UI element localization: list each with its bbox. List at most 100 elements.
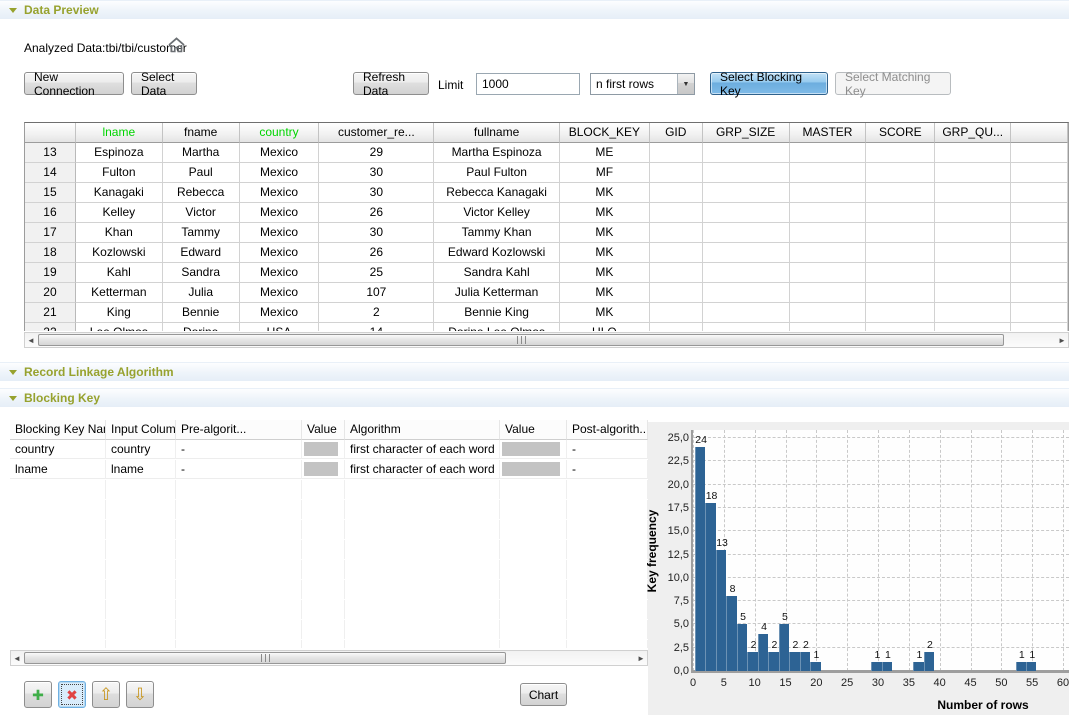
refresh-data-button[interactable]: Refresh Data <box>353 72 429 95</box>
cell-country: Mexico <box>240 183 320 203</box>
blocking-column-header[interactable]: Value <box>500 420 567 440</box>
bar-value-label: 1 <box>1029 649 1035 661</box>
cell-grp_qu <box>935 303 1011 323</box>
column-header-grp_size[interactable]: GRP_SIZE <box>703 123 790 143</box>
rows-mode-select[interactable]: n first rows ▼ <box>590 73 695 95</box>
gridline-vertical <box>847 430 848 671</box>
empty-cell <box>176 560 302 579</box>
cell-master <box>790 143 867 163</box>
section-header-data-preview[interactable]: Data Preview <box>0 0 1069 19</box>
move-up-button[interactable]: ⇧ <box>92 681 120 708</box>
cell-customer_re: 30 <box>319 163 434 183</box>
column-header-master[interactable]: MASTER <box>790 123 867 143</box>
empty-cell <box>345 600 500 619</box>
cell-lname: Kozlowski <box>76 243 163 263</box>
empty-cell <box>176 600 302 619</box>
home-icon[interactable] <box>167 36 186 54</box>
x-tick-label: 55 <box>1017 677 1047 689</box>
blocking-column-header[interactable]: Pre-algorit... <box>176 420 302 440</box>
data-table-hscroll-thumb[interactable] <box>38 334 1004 346</box>
blocking-column-header[interactable]: Blocking Key Name <box>10 420 106 440</box>
cell-master <box>790 303 867 323</box>
chart-button[interactable]: Chart <box>520 683 567 706</box>
column-header-customer_re[interactable]: customer_re... <box>319 123 434 143</box>
column-header-gid[interactable]: GID <box>650 123 703 143</box>
cell-gid <box>650 263 703 283</box>
cell-grp_qu <box>935 163 1011 183</box>
select-data-button[interactable]: Select Data <box>131 72 197 95</box>
blocking-column-header[interactable]: Input Column <box>106 420 176 440</box>
cell-grp_qu <box>935 283 1011 303</box>
table-row[interactable]: 22Lee OlmosDorineUSA14Dorine Lee OlmosUL… <box>25 323 1068 331</box>
scroll-right-icon[interactable]: ► <box>1056 333 1068 347</box>
table-row[interactable]: 21KingBennieMexico2Bennie KingMK <box>25 303 1068 323</box>
blocking-cell-input: lname <box>106 460 176 479</box>
data-table-hscrollbar[interactable]: ◄ ► <box>24 332 1069 348</box>
column-header-score[interactable]: SCORE <box>866 123 935 143</box>
new-connection-button[interactable]: New Connection <box>24 72 124 95</box>
section-header-record-linkage[interactable]: Record Linkage Algorithm <box>0 362 1069 381</box>
combo-dropdown-button[interactable]: ▼ <box>677 74 694 94</box>
cell-lname: Kanagaki <box>76 183 163 203</box>
column-header-lname[interactable]: lname <box>76 123 163 143</box>
cell-block_key: ME <box>560 143 650 163</box>
empty-cell <box>567 620 648 639</box>
table-row[interactable]: 13EspinozaMarthaMexico29Martha EspinozaM… <box>25 143 1068 163</box>
empty-cell <box>106 500 176 519</box>
section-title-data-preview: Data Preview <box>24 3 99 17</box>
blocking-column-header[interactable]: Post-algorith... <box>567 420 648 440</box>
section-title-blocking-key: Blocking Key <box>24 391 100 405</box>
blocking-column-header[interactable]: Algorithm <box>345 420 500 440</box>
key-frequency-chart: 2418138524252211112110510152025303540455… <box>648 422 1069 715</box>
empty-cell <box>176 620 302 639</box>
table-row[interactable]: 15KanagakiRebeccaMexico30Rebecca Kanagak… <box>25 183 1068 203</box>
column-header-block_key[interactable]: BLOCK_KEY <box>560 123 650 143</box>
empty-cell <box>10 600 106 619</box>
table-row[interactable]: 18KozlowskiEdwardMexico26Edward Kozlowsk… <box>25 243 1068 263</box>
scroll-left-icon[interactable]: ◄ <box>25 333 37 347</box>
column-header-fname[interactable]: fname <box>163 123 240 143</box>
empty-cell <box>176 520 302 539</box>
select-matching-key-button[interactable]: Select Matching Key <box>835 72 951 95</box>
empty-cell <box>345 540 500 559</box>
table-row[interactable]: 19KahlSandraMexico25Sandra KahlMK <box>25 263 1068 283</box>
scroll-left-icon[interactable]: ◄ <box>11 651 23 665</box>
column-header-grp_qu[interactable]: GRP_QU... <box>935 123 1011 143</box>
select-blocking-key-button[interactable]: Select Blocking Key <box>710 72 828 95</box>
table-row[interactable]: 20KettermanJuliaMexico107Julia Ketterman… <box>25 283 1068 303</box>
cell-lname: Espinoza <box>76 143 163 163</box>
blocking-column-header[interactable]: Value <box>302 420 345 440</box>
blocking-key-row[interactable]: lnamelname-first character of each word- <box>10 460 648 480</box>
add-blocking-key-button[interactable]: ✚ <box>24 681 52 708</box>
delete-blocking-key-button[interactable]: ✖ <box>58 681 86 708</box>
column-header-empty[interactable] <box>1011 123 1068 143</box>
section-header-blocking-key[interactable]: Blocking Key <box>0 388 1069 407</box>
move-down-button[interactable]: ⇩ <box>126 681 154 708</box>
disabled-value-field <box>502 442 560 456</box>
blocking-table-hscroll-thumb[interactable] <box>24 652 506 664</box>
scroll-right-icon[interactable]: ► <box>635 651 647 665</box>
cell-gid <box>650 243 703 263</box>
empty-cell <box>302 620 345 639</box>
table-row[interactable]: 17KhanTammyMexico30Tammy KhanMK <box>25 223 1068 243</box>
column-header-fullname[interactable]: fullname <box>434 123 560 143</box>
blocking-table-hscrollbar[interactable]: ◄ ► <box>10 650 648 666</box>
cell-empty <box>1011 183 1068 203</box>
limit-label: Limit <box>438 78 463 92</box>
empty-cell <box>106 480 176 499</box>
empty-cell <box>500 520 567 539</box>
data-preview-table: lnamefnamecountrycustomer_re...fullnameB… <box>24 122 1069 331</box>
limit-input[interactable]: 1000 <box>476 73 580 95</box>
empty-cell <box>10 500 106 519</box>
cell-country: Mexico <box>240 203 320 223</box>
empty-cell <box>302 600 345 619</box>
cell-grp_size <box>703 143 790 163</box>
table-row[interactable]: 16KelleyVictorMexico26Victor KelleyMK <box>25 203 1068 223</box>
column-header-num[interactable] <box>25 123 76 143</box>
cell-lname: Kelley <box>76 203 163 223</box>
cell-customer_re: 2 <box>319 303 434 323</box>
gridline-vertical <box>878 430 879 671</box>
blocking-key-row[interactable]: countrycountry-first character of each w… <box>10 440 648 460</box>
column-header-country[interactable]: country <box>240 123 320 143</box>
table-row[interactable]: 14FultonPaulMexico30Paul FultonMF <box>25 163 1068 183</box>
